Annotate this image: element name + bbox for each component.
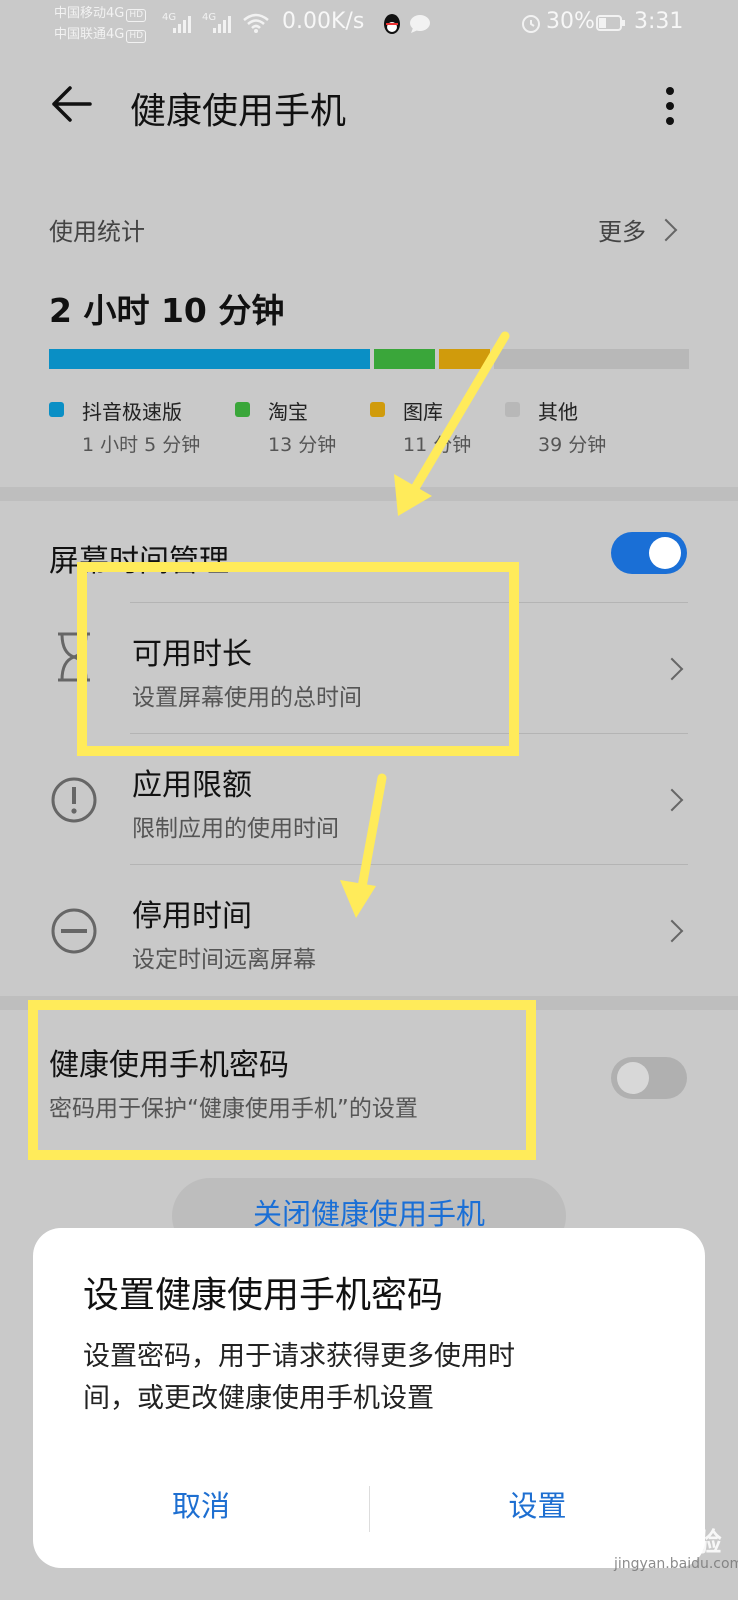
- cancel-button[interactable]: 取消: [33, 1466, 369, 1546]
- dialog-title: 设置健康使用手机密码: [83, 1275, 444, 1316]
- watermark-url: jingyan.baidu.com: [614, 1556, 738, 1572]
- dialog-message: 设置密码，用于请求获得更多使用时 间，或更改健康使用手机设置: [83, 1336, 515, 1420]
- watermark-brand: Bai du 经验: [568, 1528, 722, 1558]
- dialog-message-line: 设置密码，用于请求获得更多使用时: [83, 1341, 515, 1372]
- dialog-message-line: 间，或更改健康使用手机设置: [83, 1383, 434, 1414]
- password-dialog: 设置健康使用手机密码 设置密码，用于请求获得更多使用时 间，或更改健康使用手机设…: [33, 1228, 705, 1568]
